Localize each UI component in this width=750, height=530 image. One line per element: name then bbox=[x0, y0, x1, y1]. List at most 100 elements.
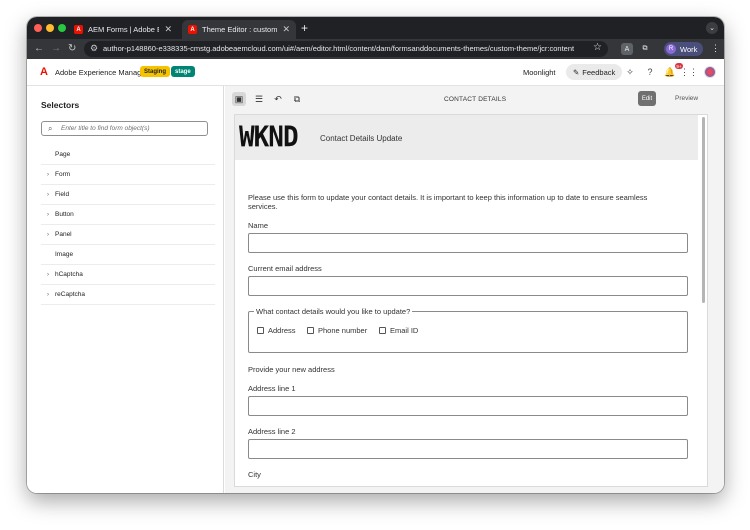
tree-item-image[interactable]: Image bbox=[41, 245, 215, 265]
tree-item-field[interactable]: › Field bbox=[41, 185, 215, 205]
tree-item-form[interactable]: › Form bbox=[41, 165, 215, 185]
staging-badge: Staging bbox=[140, 66, 170, 77]
tree-item-label: Field bbox=[55, 191, 70, 198]
edit-mode-button[interactable]: Edit bbox=[638, 91, 656, 106]
address-line2-label: Address line 2 bbox=[248, 427, 296, 436]
tree-item-label: Button bbox=[55, 211, 74, 218]
chevron-right-icon[interactable]: › bbox=[41, 232, 55, 238]
form-canvas: WKND Contact Details Update Please use t… bbox=[234, 114, 708, 487]
bookmark-star-icon[interactable]: ☆ bbox=[593, 42, 602, 53]
canvas-scrollbar-thumb[interactable] bbox=[702, 117, 705, 303]
browser-menu-icon[interactable]: ⋮ bbox=[711, 43, 720, 54]
tree-item-hcaptcha[interactable]: › hCaptcha bbox=[41, 265, 215, 285]
tree-item-label: Page bbox=[55, 151, 71, 158]
tree-item-label: hCaptcha bbox=[55, 271, 83, 278]
url-text: author-p148860-e338335-cmstg.adobeaemclo… bbox=[103, 44, 575, 53]
profile-button[interactable]: R Work bbox=[664, 42, 704, 56]
tree-item-label: Form bbox=[55, 171, 71, 178]
profile-label: Work bbox=[680, 44, 698, 54]
site-info-icon[interactable]: ⚙ bbox=[90, 43, 98, 54]
checkbox-box[interactable] bbox=[379, 327, 386, 334]
checkbox-box[interactable] bbox=[257, 327, 264, 334]
email-field[interactable] bbox=[248, 276, 688, 296]
selector-search-input[interactable]: ⌕ Enter title to find form object(s) bbox=[41, 121, 208, 136]
search-icon: ⌕ bbox=[48, 124, 53, 133]
intro-text-line2: services. bbox=[248, 202, 278, 211]
tab-title: AEM Forms | Adobe Experience bbox=[88, 25, 159, 34]
update-options-legend: What contact details would you like to u… bbox=[254, 307, 413, 316]
chevron-right-icon[interactable]: › bbox=[41, 192, 55, 198]
adobe-favicon-icon: A bbox=[74, 25, 83, 34]
minimize-window-button[interactable] bbox=[46, 24, 54, 32]
tab-title: Theme Editor : custom-theme bbox=[202, 25, 278, 34]
feedback-button[interactable]: ✎ Feedback bbox=[566, 64, 623, 80]
new-address-heading: Provide your new address bbox=[248, 365, 335, 374]
app-name[interactable]: Adobe Experience Manager bbox=[55, 68, 148, 77]
name-field[interactable] bbox=[248, 233, 688, 253]
tree-item-button[interactable]: › Button bbox=[41, 205, 215, 225]
intro-text-line1: Please use this form to update your cont… bbox=[248, 193, 648, 202]
close-window-button[interactable] bbox=[34, 24, 42, 32]
notifications-bell-icon[interactable]: 🔔 bbox=[664, 66, 676, 78]
reload-icon[interactable]: ↻ bbox=[68, 43, 76, 55]
update-options-group: What contact details would you like to u… bbox=[248, 307, 688, 353]
tree-item-recaptcha[interactable]: › reCaptcha bbox=[41, 285, 215, 305]
tab-theme-editor[interactable]: A Theme Editor : custom-theme ✕ bbox=[182, 20, 296, 39]
close-tab-icon[interactable]: ✕ bbox=[282, 24, 290, 35]
checkbox-label: Phone number bbox=[318, 326, 368, 335]
tree-item-label: Panel bbox=[55, 231, 72, 238]
emulator-devices-icon[interactable]: ⧉ bbox=[290, 92, 304, 106]
phone-number-checkbox[interactable]: Phone number bbox=[307, 326, 367, 335]
chevron-right-icon[interactable]: › bbox=[41, 172, 55, 178]
feedback-label: Feedback bbox=[582, 67, 616, 77]
app-switcher-grid-icon[interactable]: ⋮⋮ bbox=[680, 66, 698, 78]
properties-sliders-icon[interactable]: ☰ bbox=[252, 92, 266, 106]
ai-assistant-icon[interactable]: ✧ bbox=[624, 66, 636, 78]
city-label: City bbox=[248, 470, 261, 479]
panel-title: Selectors bbox=[41, 100, 80, 110]
back-icon[interactable]: ← bbox=[34, 43, 44, 55]
preview-mode-button[interactable]: Preview bbox=[675, 95, 698, 102]
checkbox-box[interactable] bbox=[307, 327, 314, 334]
section-title: CONTACT DETAILS bbox=[444, 96, 507, 103]
new-tab-button[interactable]: + bbox=[301, 21, 308, 35]
chevron-right-icon[interactable]: › bbox=[41, 292, 55, 298]
name-label: Name bbox=[248, 221, 269, 230]
chevron-right-icon[interactable]: › bbox=[41, 212, 55, 218]
chevron-right-icon[interactable]: › bbox=[41, 272, 55, 278]
checkbox-label: Email ID bbox=[390, 326, 419, 335]
tree-item-page[interactable]: Page bbox=[41, 145, 215, 165]
editor-toolbar: ▣ ☰ ↶ ⧉ CONTACT DETAILS Edit Preview bbox=[225, 86, 724, 112]
tree-item-panel[interactable]: › Panel bbox=[41, 225, 215, 245]
tree-item-label: reCaptcha bbox=[55, 291, 85, 298]
user-avatar[interactable] bbox=[704, 66, 716, 78]
close-tab-icon[interactable]: ✕ bbox=[164, 24, 172, 35]
extensions-puzzle-icon[interactable]: ⧉ bbox=[639, 43, 651, 55]
adobe-favicon-icon: A bbox=[188, 25, 197, 34]
stage-badge: stage bbox=[171, 66, 195, 77]
adobe-logo-icon[interactable]: A bbox=[40, 67, 51, 78]
help-icon[interactable]: ? bbox=[644, 66, 656, 78]
address-bar[interactable]: ⚙ author-p148860-e338335-cmstg.adobeaemc… bbox=[84, 41, 608, 57]
toggle-sidepanel-icon[interactable]: ▣ bbox=[232, 92, 246, 106]
profile-avatar: R bbox=[666, 44, 676, 54]
address-checkbox[interactable]: Address bbox=[257, 326, 296, 335]
address-line1-field[interactable] bbox=[248, 396, 688, 416]
app-header: A Adobe Experience Manager Staging stage… bbox=[27, 59, 724, 86]
adobe-extension-icon[interactable]: A bbox=[621, 43, 633, 55]
address-line1-label: Address line 1 bbox=[248, 384, 296, 393]
browser-toolbar: ← → ↻ ⚙ author-p148860-e338335-cmstg.ado… bbox=[27, 39, 724, 59]
theme-editor-area: ▣ ☰ ↶ ⧉ CONTACT DETAILS Edit Preview WKN… bbox=[225, 86, 724, 493]
wknd-logo: WKND bbox=[239, 121, 299, 154]
feedback-icon: ✎ bbox=[573, 67, 580, 77]
email-id-checkbox[interactable]: Email ID bbox=[379, 326, 418, 335]
tree-item-label: Image bbox=[55, 251, 74, 258]
tab-search-button[interactable]: ⌄ bbox=[706, 22, 718, 34]
theme-label: Moonlight bbox=[523, 68, 556, 77]
form-header-banner: WKND Contact Details Update bbox=[235, 115, 698, 160]
address-line2-field[interactable] bbox=[248, 439, 688, 459]
undo-icon[interactable]: ↶ bbox=[271, 92, 285, 106]
maximize-window-button[interactable] bbox=[58, 24, 66, 32]
forward-icon[interactable]: → bbox=[51, 43, 61, 55]
tab-aem-forms[interactable]: A AEM Forms | Adobe Experience ✕ bbox=[68, 20, 178, 39]
